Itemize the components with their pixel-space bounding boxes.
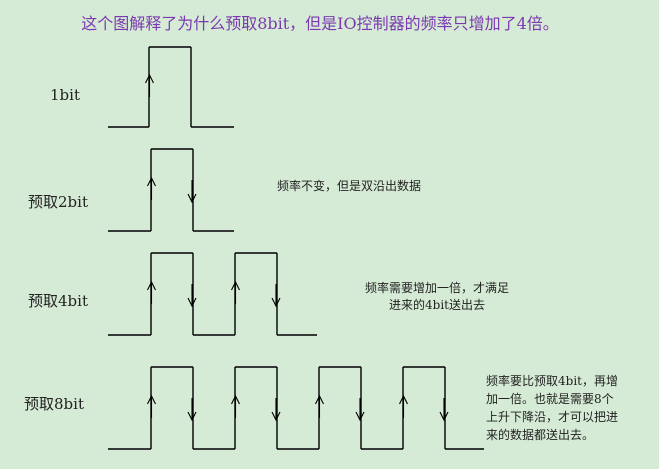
note-line: 加一倍。也就是需要8个: [486, 392, 614, 406]
rising-edge-arrow: [231, 280, 240, 304]
falling-edge-arrow: [355, 398, 365, 422]
note-prefetch-4bit: 频率需要增加一倍，才满足 进来的4bit送出去: [337, 280, 537, 314]
note-line: 频率需要增加一倍，才满足: [364, 281, 509, 295]
note-line: 来的数据都送出去。: [486, 428, 595, 442]
row-label-prefetch-4bit: 预取4bit: [28, 292, 88, 310]
rising-edge-arrow: [315, 394, 324, 418]
diagram-canvas: 这个图解释了为什么预取8bit，但是IO控制器的频率只增加了4倍。 1bit 预…: [0, 0, 659, 469]
rising-edge-arrow: [147, 394, 156, 418]
rising-edge-arrow: [147, 280, 156, 304]
row-label-prefetch-8bit: 预取8bit: [24, 395, 84, 413]
falling-edge-arrow: [271, 398, 281, 422]
note-line: 上升下降沿，才可以把进: [486, 410, 619, 424]
note-prefetch-8bit: 频率要比预取4bit，再增 加一倍。也就是需要8个 上升下降沿，才可以把进 来的…: [486, 372, 656, 444]
falling-edge-arrow: [187, 284, 197, 308]
row-label-prefetch-2bit: 预取2bit: [28, 193, 88, 211]
falling-edge-arrow: [187, 180, 197, 204]
note-line: 频率要比预取4bit，再增: [486, 374, 618, 388]
falling-edge-arrow: [187, 398, 197, 422]
falling-edge-arrow: [271, 284, 281, 308]
rising-edge-arrow: [147, 176, 156, 200]
rising-edge-arrow: [231, 394, 240, 418]
note-line: 频率不变，但是双沿出数据: [277, 179, 422, 193]
falling-edge-arrow: [439, 398, 449, 422]
note-line: 进来的4bit送出去: [389, 298, 485, 312]
rising-edge-arrow: [399, 394, 408, 418]
row-label-1bit: 1bit: [50, 86, 80, 104]
rising-edge-arrow: [145, 73, 154, 97]
note-prefetch-2bit: 频率不变，但是双沿出数据: [277, 178, 497, 195]
